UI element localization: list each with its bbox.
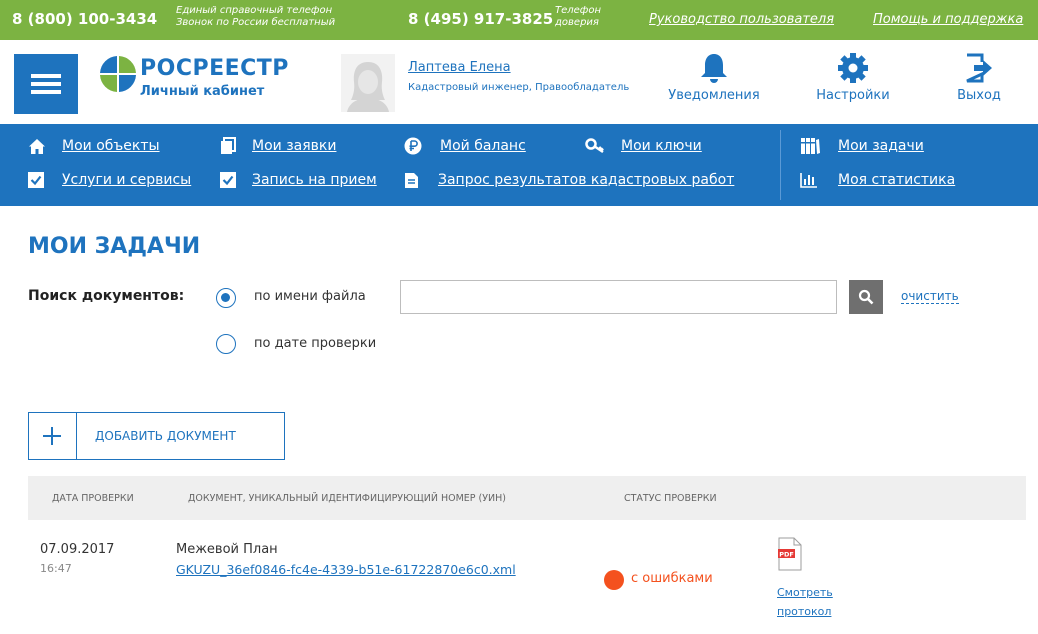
help-support-link[interactable]: Помощь и поддержка: [873, 12, 1023, 27]
nav-divider: [780, 130, 781, 200]
pdf-badge-text: PDF: [779, 551, 794, 559]
nav-cadastral-results-label: Запрос результатов кадастровых работ: [438, 172, 735, 188]
column-status[interactable]: СТАТУС ПРОВЕРКИ: [624, 493, 717, 504]
radio-by-filename-label[interactable]: по имени файла: [254, 289, 366, 304]
trust-phone-note: Телефон доверия: [555, 5, 601, 29]
trust-note-line2: доверия: [555, 17, 599, 28]
view-protocol-line1: Смотреть: [777, 586, 833, 599]
nav-services-label: Услуги и сервисы: [62, 172, 192, 188]
nav-my-statistics[interactable]: Моя статистика: [800, 168, 955, 192]
nav-appointment-label: Запись на прием: [252, 172, 377, 188]
home-icon: [28, 138, 52, 155]
menu-button[interactable]: [14, 54, 78, 114]
notifications-label: Уведомления: [668, 88, 760, 103]
row-document-type: Межевой План: [176, 542, 278, 557]
clear-search-link[interactable]: очистить: [901, 289, 959, 304]
nav-my-requests[interactable]: Мои заявки: [220, 134, 336, 158]
top-info-bar: 8 (800) 100-3434 Единый справочный телеф…: [0, 0, 1038, 40]
logout-label: Выход: [957, 88, 1001, 103]
search-button[interactable]: [849, 280, 883, 314]
menu-bar-icon: [31, 82, 61, 86]
nav-my-statistics-label: Моя статистика: [838, 172, 956, 188]
key-icon: [585, 138, 609, 154]
view-protocol-link[interactable]: Смотреть протокол: [777, 583, 857, 621]
nav-my-balance-label: Мой баланс: [440, 138, 526, 154]
user-role: Кадастровый инженер, Правообладатель: [408, 82, 630, 93]
row-document-file-link[interactable]: GKUZU_36ef0846-fc4e-4339-b51e-61722870e6…: [176, 562, 516, 577]
settings-button[interactable]: Настройки: [813, 52, 893, 103]
nav-my-requests-label: Мои заявки: [252, 138, 337, 154]
menu-bar-icon: [31, 90, 61, 94]
bell-icon: [701, 54, 727, 83]
nav-services[interactable]: Услуги и сервисы: [28, 168, 191, 192]
logout-icon: [966, 53, 992, 83]
radio-by-check-date-label[interactable]: по дате проверки: [254, 336, 376, 351]
ruble-icon: [404, 137, 428, 155]
search-input[interactable]: [400, 280, 837, 314]
checkbox-icon: [28, 172, 52, 188]
documents-icon: [220, 137, 244, 155]
logo-subtitle: Личный кабинет: [140, 84, 265, 99]
nav-cadastral-results[interactable]: Запрос результатов кадастровых работ: [404, 168, 734, 192]
search-icon: [858, 289, 874, 305]
hotline-note-line2: Звонок по России бесплатный: [176, 17, 336, 28]
pdf-icon[interactable]: PDF: [778, 537, 802, 571]
notifications-button[interactable]: Уведомления: [665, 52, 763, 103]
hotline-phone-note: Единый справочный телефон Звонок по Росс…: [176, 5, 335, 29]
nav-my-objects-label: Мои объекты: [62, 138, 160, 154]
logout-button[interactable]: Выход: [944, 52, 1014, 103]
gear-icon: [838, 53, 868, 83]
trust-note-line1: Телефон: [555, 5, 602, 16]
settings-label: Настройки: [816, 88, 890, 103]
nav-my-keys-label: Мои ключи: [621, 138, 702, 154]
view-protocol-line2: протокол: [777, 605, 832, 618]
checkbox-icon: [220, 172, 244, 188]
radio-by-filename[interactable]: [216, 288, 236, 308]
hotline-note-line1: Единый справочный телефон: [176, 5, 333, 16]
page-title: МОИ ЗАДАЧИ: [28, 234, 201, 259]
status-error-indicator: [604, 570, 624, 590]
bar-chart-icon: [800, 172, 824, 188]
row-check-date: 07.09.2017: [40, 542, 115, 557]
search-label: Поиск документов:: [28, 288, 185, 304]
file-icon: [404, 172, 428, 189]
nav-my-balance[interactable]: Мой баланс: [404, 134, 526, 158]
row-check-time: 16:47: [40, 562, 72, 575]
nav-my-tasks[interactable]: Мои задачи: [800, 134, 924, 158]
column-check-date[interactable]: ДАТА ПРОВЕРКИ: [52, 493, 134, 504]
trust-phone[interactable]: 8 (495) 917-3825: [408, 10, 553, 28]
user-avatar-icon[interactable]: [341, 54, 395, 112]
main-navigation: Мои объекты Мои заявки Мой баланс Мои кл…: [0, 124, 1038, 206]
row-status-text: с ошибками: [631, 571, 713, 586]
rosreestr-logo-icon: [100, 56, 136, 92]
nav-my-objects[interactable]: Мои объекты: [28, 134, 160, 158]
column-document[interactable]: ДОКУМЕНТ, УНИКАЛЬНЫЙ ИДЕНТИФИЦИРУЮЩИЙ НО…: [188, 493, 506, 504]
header: РОСРЕЕСТР Личный кабинет Лаптева Елена К…: [0, 40, 1038, 124]
binders-icon: [800, 137, 824, 155]
nav-my-keys[interactable]: Мои ключи: [585, 134, 702, 158]
radio-by-check-date[interactable]: [216, 334, 236, 354]
user-name-link[interactable]: Лаптева Елена: [408, 60, 511, 75]
nav-appointment[interactable]: Запись на прием: [220, 168, 377, 192]
hotline-phone[interactable]: 8 (800) 100-3434: [12, 10, 157, 28]
user-manual-link[interactable]: Руководство пользователя: [649, 12, 834, 27]
plus-icon: [29, 413, 77, 459]
add-document-button[interactable]: ДОБАВИТЬ ДОКУМЕНТ: [28, 412, 285, 460]
add-document-label: ДОБАВИТЬ ДОКУМЕНТ: [95, 429, 236, 443]
table-header: ДАТА ПРОВЕРКИ ДОКУМЕНТ, УНИКАЛЬНЫЙ ИДЕНТ…: [28, 476, 1026, 520]
logo-title[interactable]: РОСРЕЕСТР: [140, 56, 289, 81]
menu-bar-icon: [31, 74, 61, 78]
nav-my-tasks-label: Мои задачи: [838, 138, 924, 154]
